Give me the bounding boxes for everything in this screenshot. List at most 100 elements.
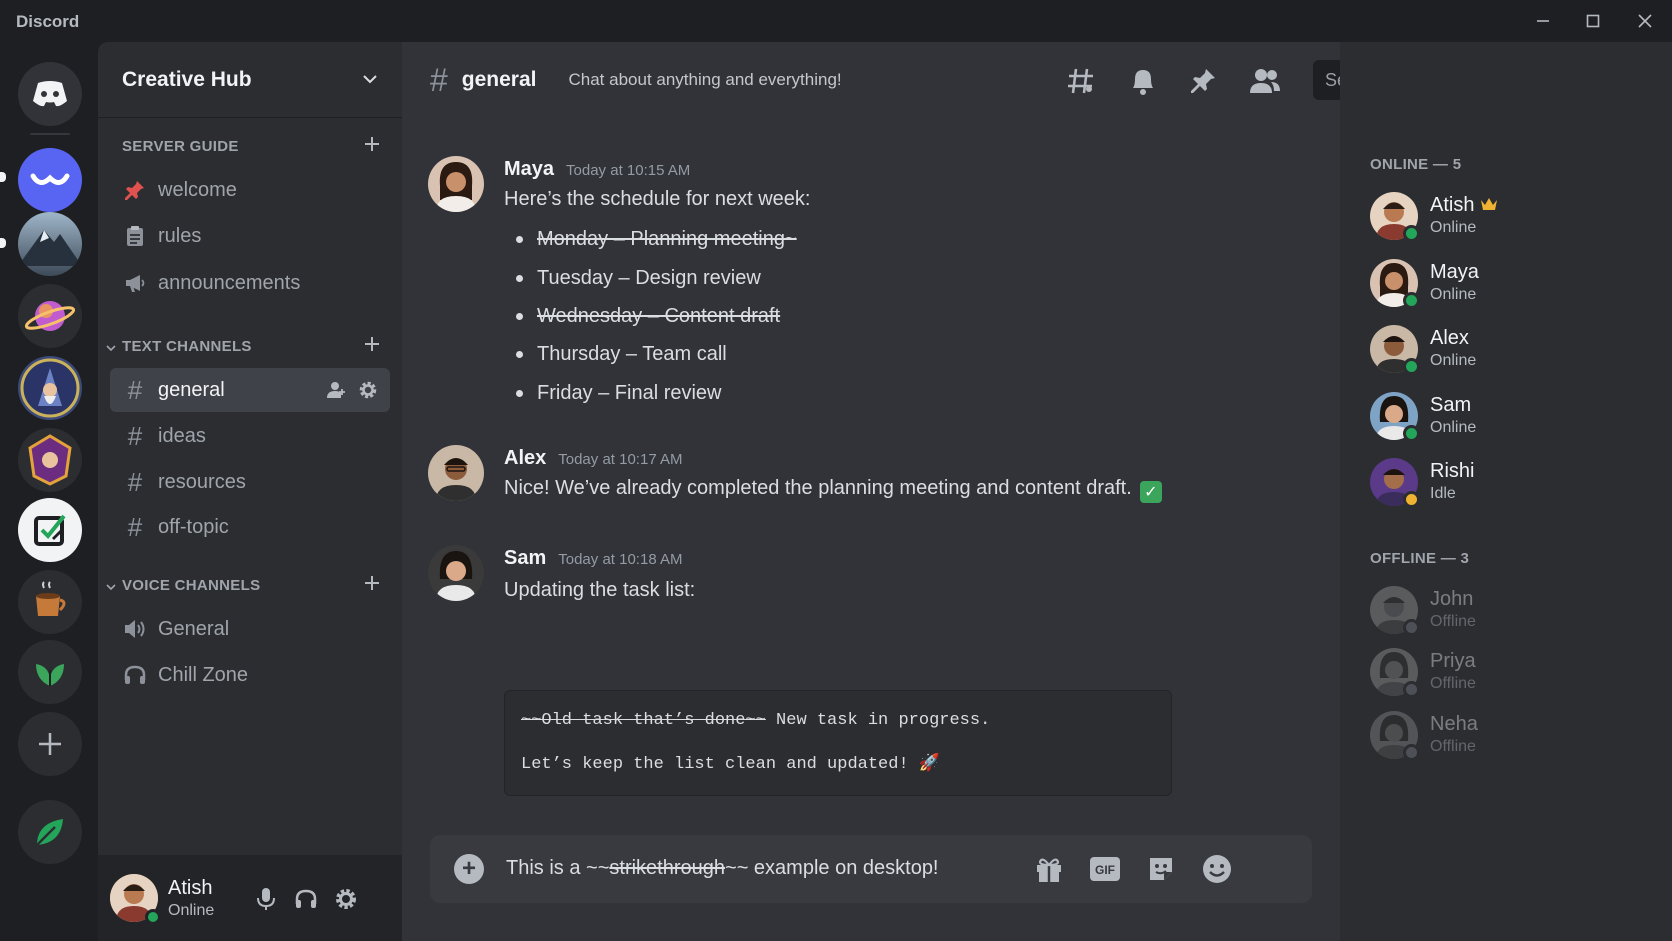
- offline-status-dot: [1403, 619, 1420, 636]
- chevron-down-icon: [362, 71, 378, 89]
- channel-label: ideas: [158, 424, 206, 447]
- gear-icon[interactable]: [358, 380, 378, 406]
- channel-off-topic[interactable]: # off-topic: [110, 505, 390, 549]
- list-item: Thursday – Team call: [516, 343, 727, 366]
- member-name: Alex: [1430, 327, 1469, 349]
- message-composer[interactable]: + This is a ~~strikethrough~~ example on…: [430, 835, 1312, 903]
- avatar[interactable]: [428, 545, 484, 601]
- category-voice-channels[interactable]: VOICE CHANNELS: [98, 573, 402, 597]
- member-neha[interactable]: Neha Offline: [1370, 711, 1650, 761]
- server-name: Creative Hub: [122, 67, 252, 91]
- gift-icon[interactable]: [1032, 852, 1066, 886]
- member-name: Atish: [1430, 194, 1498, 217]
- add-channel-icon[interactable]: [364, 575, 380, 595]
- channel-resources[interactable]: # resources: [110, 460, 390, 504]
- member-name: Neha: [1430, 713, 1478, 735]
- channel-label: welcome: [158, 178, 237, 201]
- server-checklist-icon[interactable]: [18, 498, 82, 562]
- voice-channel-chill-zone[interactable]: Chill Zone: [110, 653, 390, 697]
- channel-announcements[interactable]: announcements: [110, 261, 390, 305]
- server-plant-icon[interactable]: [18, 640, 82, 704]
- server-wizard-icon[interactable]: [18, 356, 82, 420]
- channel-topic[interactable]: Chat about anything and everything!: [569, 70, 842, 90]
- gif-icon[interactable]: GIF: [1088, 852, 1122, 886]
- close-icon[interactable]: [1630, 8, 1660, 34]
- minimize-icon[interactable]: [1528, 8, 1558, 34]
- member-maya[interactable]: Maya Online: [1370, 259, 1650, 309]
- user-status: Online: [168, 901, 215, 919]
- add-server-icon[interactable]: [18, 712, 82, 776]
- offline-header: OFFLINE — 3: [1370, 550, 1470, 567]
- server-mountain-icon[interactable]: [18, 212, 82, 276]
- channel-label: Chill Zone: [158, 663, 249, 686]
- chat-area: # general Chat about anything and everyt…: [402, 42, 1643, 941]
- message-input[interactable]: This is a ~~strikethrough~~ example on d…: [506, 857, 939, 880]
- category-text-channels[interactable]: TEXT CHANNELS: [98, 334, 402, 358]
- message-author[interactable]: Maya Today at 10:15 AM: [504, 158, 690, 181]
- speaker-icon: [122, 616, 148, 642]
- avatar[interactable]: [428, 156, 484, 212]
- discord-home-icon[interactable]: [18, 62, 82, 126]
- member-list-icon[interactable]: [1248, 64, 1282, 98]
- member-atish[interactable]: Atish Online: [1370, 192, 1650, 242]
- category-label: TEXT CHANNELS: [122, 337, 252, 355]
- channel-welcome[interactable]: welcome: [110, 168, 390, 212]
- pin-icon[interactable]: [1186, 64, 1220, 98]
- check-mark-icon: ✓: [1139, 481, 1162, 503]
- member-rishi[interactable]: Rishi Idle: [1370, 458, 1650, 508]
- server-wave-icon[interactable]: [18, 148, 82, 212]
- channel-label: off-topic: [158, 515, 229, 538]
- channel-general[interactable]: # general: [110, 368, 390, 412]
- attach-plus-icon[interactable]: +: [454, 854, 484, 884]
- channel-rules[interactable]: rules: [110, 214, 390, 258]
- pin-icon: [122, 177, 148, 203]
- member-status: Online: [1430, 286, 1477, 303]
- microphone-icon[interactable]: [252, 885, 280, 913]
- member-name: Sam: [1430, 394, 1472, 416]
- avatar[interactable]: [428, 445, 484, 501]
- category-server-guide[interactable]: SERVER GUIDE: [98, 134, 402, 158]
- channel-ideas[interactable]: # ideas: [110, 414, 390, 458]
- message-author[interactable]: Sam Today at 10:18 AM: [504, 547, 683, 570]
- member-status: Online: [1430, 352, 1477, 369]
- idle-status-dot: [1403, 491, 1420, 508]
- member-sam[interactable]: Sam Online: [1370, 392, 1650, 442]
- sticker-icon[interactable]: [1144, 852, 1178, 886]
- add-channel-icon[interactable]: [364, 336, 380, 356]
- unread-indicator: [0, 238, 6, 248]
- discover-icon[interactable]: [18, 800, 82, 864]
- megaphone-icon: [122, 270, 148, 296]
- server-header[interactable]: Creative Hub: [98, 42, 402, 118]
- emoji-icon[interactable]: [1200, 852, 1234, 886]
- channel-label: general: [158, 378, 225, 401]
- user-name: Atish: [168, 876, 213, 899]
- chevron-down-icon: [106, 579, 116, 596]
- avatar[interactable]: [110, 874, 161, 925]
- add-channel-icon[interactable]: [364, 136, 380, 156]
- server-coffee-icon[interactable]: [18, 570, 82, 634]
- offline-status-dot: [1403, 744, 1420, 761]
- maximize-icon[interactable]: [1578, 8, 1608, 34]
- crown-icon: [1480, 194, 1498, 216]
- channel-label: General: [158, 617, 230, 640]
- message-text: Nice! We’ve already completed the planni…: [504, 477, 1162, 503]
- category-label: VOICE CHANNELS: [122, 576, 261, 594]
- member-name: Rishi: [1430, 460, 1475, 482]
- headphones-icon[interactable]: [292, 885, 320, 913]
- member-alex[interactable]: Alex Online: [1370, 325, 1650, 375]
- server-planet-icon[interactable]: [18, 284, 82, 348]
- member-status: Offline: [1430, 613, 1476, 630]
- bell-icon[interactable]: [1126, 64, 1160, 98]
- threads-icon[interactable]: [1064, 64, 1098, 98]
- member-list: ONLINE — 5 Atish Online Maya Online Alex…: [1340, 42, 1672, 941]
- member-john[interactable]: John Offline: [1370, 586, 1650, 636]
- hash-icon: #: [127, 374, 143, 405]
- voice-channel-general[interactable]: General: [110, 607, 390, 651]
- gear-icon[interactable]: [332, 885, 360, 913]
- member-priya[interactable]: Priya Offline: [1370, 648, 1650, 698]
- server-knight-icon[interactable]: [18, 428, 82, 492]
- invite-icon[interactable]: [326, 380, 346, 406]
- channel-sidebar: Creative Hub SERVER GUIDE welcome rules …: [98, 42, 402, 941]
- message-author[interactable]: Alex Today at 10:17 AM: [504, 447, 683, 470]
- hash-icon: #: [430, 61, 448, 98]
